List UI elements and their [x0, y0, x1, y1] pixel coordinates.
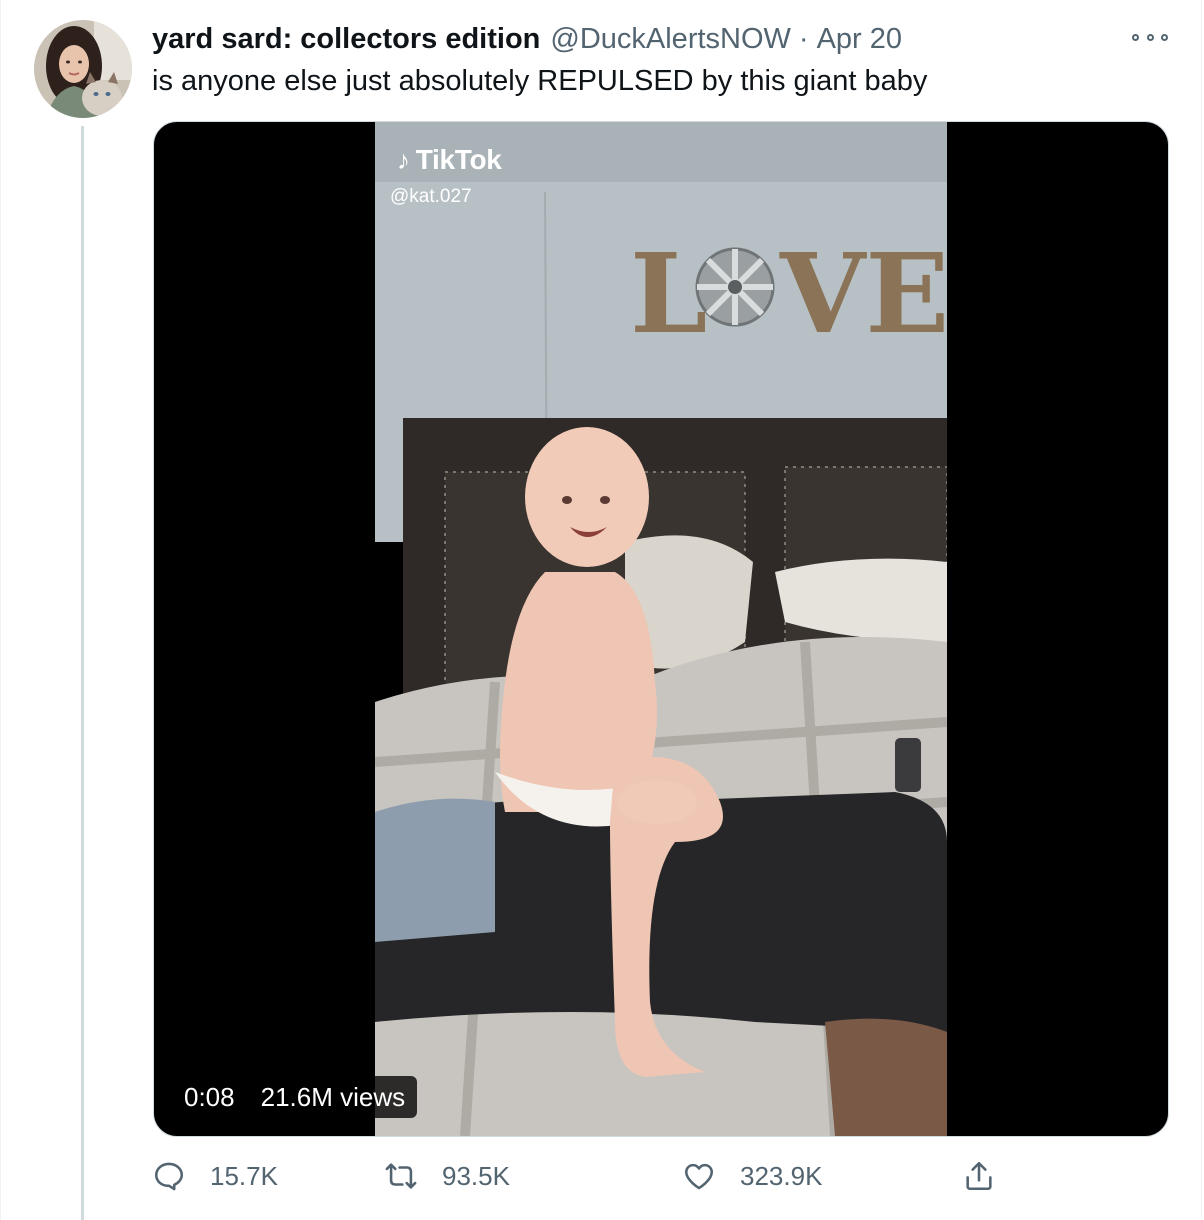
wall-letter-l: L — [630, 229, 707, 358]
tiktok-watermark: ♪ TikTok @kat.027 — [390, 144, 502, 208]
heart-icon — [682, 1159, 716, 1193]
wall-letter-ve: VE — [779, 229, 947, 358]
reply-count: 15.7K — [210, 1160, 278, 1191]
video-duration: 0:08 — [184, 1081, 235, 1112]
tweet-text: is anyone else just absolutely REPULSED … — [152, 65, 928, 97]
tiktok-logo: ♪ TikTok — [397, 144, 502, 176]
view-count: 21.6M views — [260, 1081, 406, 1112]
share-icon — [962, 1159, 996, 1193]
like-count: 323.9K — [740, 1160, 823, 1191]
more-dot — [1132, 33, 1139, 41]
thread-line — [81, 126, 84, 1220]
retweet-count: 93.5K — [442, 1160, 510, 1191]
tiktok-brand: TikTok — [415, 144, 502, 175]
retweet-icon — [384, 1159, 418, 1193]
more-horizontal-icon[interactable] — [1132, 26, 1168, 48]
video-frame[interactable]: L VE ♪ TikTok @kat.027 — [375, 122, 947, 1136]
tweet-actions: 15.7K 93.5K 323.9K — [150, 1154, 1010, 1198]
tiktok-username: @kat.027 — [390, 186, 472, 207]
tweet-header: yard sard: collectors edition @DuckAlert… — [152, 20, 902, 58]
music-note-icon: ♪ — [397, 144, 410, 175]
more-dot — [1146, 33, 1154, 41]
display-name[interactable]: yard sard: collectors edition — [152, 23, 540, 56]
reply-icon — [152, 1159, 186, 1193]
video-still: L VE — [375, 122, 947, 1136]
more-dot — [1161, 33, 1168, 41]
video-player[interactable]: L VE ♪ TikTok @kat.027 0:08 21.6M views — [153, 121, 1169, 1137]
retweet-button[interactable]: 93.5K — [384, 1154, 510, 1198]
reply-button[interactable]: 15.7K — [152, 1154, 278, 1198]
avatar[interactable] — [34, 20, 132, 118]
share-button[interactable] — [962, 1154, 996, 1198]
header-separator: · — [798, 22, 809, 55]
tweet-date[interactable]: Apr 20 — [817, 23, 902, 56]
video-badge: 0:08 21.6M views — [170, 1076, 418, 1118]
user-handle[interactable]: @DuckAlertsNOW — [550, 23, 791, 56]
like-button[interactable]: 323.9K — [682, 1154, 822, 1198]
